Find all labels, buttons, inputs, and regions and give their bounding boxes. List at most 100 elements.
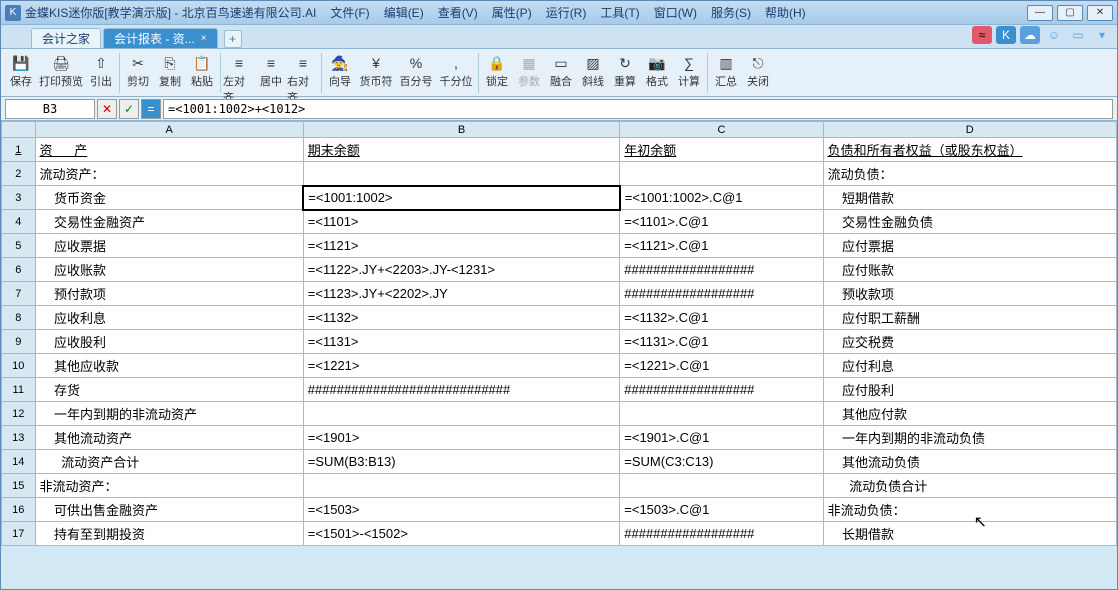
cell-C17[interactable]: ################## [620,522,823,546]
cell-B11[interactable]: ############################ [303,378,619,402]
cell-A7[interactable]: 预付款项 [35,282,303,306]
cell-D3[interactable]: 短期借款 [823,186,1116,210]
row-header[interactable]: 8 [2,306,36,330]
cell-A10[interactable]: 其他应收款 [35,354,303,378]
cell-D1[interactable]: 负债和所有者权益（或股东权益） [823,138,1116,162]
cell-D15[interactable]: 流动负债合计 [823,474,1116,498]
row-header[interactable]: 15 [2,474,36,498]
cell-D8[interactable]: 应付职工薪酬 [823,306,1116,330]
lock-button[interactable]: 🔒锁定 [481,51,513,91]
maximize-button[interactable]: ▢ [1057,5,1083,21]
cell-B8[interactable]: =<1132> [303,306,619,330]
cell-B16[interactable]: =<1503> [303,498,619,522]
thousand-button[interactable]: ,千分位 [436,51,476,91]
format-button[interactable]: 📷格式 [641,51,673,91]
spreadsheet-grid[interactable]: A B C D 1资 产期末余额年初余额负债和所有者权益（或股东权益）2流动资产… [1,121,1117,546]
cell-A13[interactable]: 其他流动资产 [35,426,303,450]
cell-D16[interactable]: 非流动负债： [823,498,1116,522]
cell-D10[interactable]: 应付利息 [823,354,1116,378]
service-icon-3[interactable]: ☁ [1020,26,1040,44]
cell-C7[interactable]: ################## [620,282,823,306]
cell-B4[interactable]: =<1101> [303,210,619,234]
export-button[interactable]: ⇧引出 [85,51,117,91]
cell-A1[interactable]: 资 产 [35,138,303,162]
cell-D13[interactable]: 一年内到期的非流动负债 [823,426,1116,450]
cell-C15[interactable] [620,474,823,498]
service-icon-2[interactable]: K [996,26,1016,44]
menu-view[interactable]: 查看(V) [432,2,484,23]
cell-B14[interactable]: =SUM(B3:B13) [303,450,619,474]
row-header[interactable]: 9 [2,330,36,354]
print-preview-button[interactable]: 🖨打印预览 [37,51,85,91]
cell-B6[interactable]: =<1122>.JY+<2203>.JY-<1231> [303,258,619,282]
cell-C4[interactable]: =<1101>.C@1 [620,210,823,234]
service-icon-1[interactable]: ≈ [972,26,992,44]
cell-C12[interactable] [620,402,823,426]
cell-D6[interactable]: 应付账款 [823,258,1116,282]
cell-D4[interactable]: 交易性金融负债 [823,210,1116,234]
row-header[interactable]: 6 [2,258,36,282]
menu-props[interactable]: 属性(P) [486,2,538,23]
cell-A15[interactable]: 非流动资产： [35,474,303,498]
row-header[interactable]: 2 [2,162,36,186]
cell-B9[interactable]: =<1131> [303,330,619,354]
close-button[interactable]: ⎋关闭 [742,51,774,91]
menu-window[interactable]: 窗口(W) [648,2,703,23]
cell-C10[interactable]: =<1221>.C@1 [620,354,823,378]
dropdown-icon[interactable]: ▾ [1092,26,1112,44]
cell-C3[interactable]: =<1001:1002>.C@1 [620,186,823,210]
slash-button[interactable]: ▨斜线 [577,51,609,91]
paste-button[interactable]: 📋粘贴 [186,51,218,91]
cell-C16[interactable]: =<1503>.C@1 [620,498,823,522]
currency-button[interactable]: ¥货币符 [356,51,396,91]
close-window-button[interactable]: ✕ [1087,5,1113,21]
cut-button[interactable]: ✂剪切 [122,51,154,91]
align-center-button[interactable]: ≡居中 [255,51,287,91]
cell-A14[interactable]: 流动资产合计 [35,450,303,474]
menu-run[interactable]: 运行(R) [540,2,593,23]
cell-B1[interactable]: 期末余额 [303,138,619,162]
row-header[interactable]: 4 [2,210,36,234]
calc-button[interactable]: ∑计算 [673,51,705,91]
cell-A8[interactable]: 应收利息 [35,306,303,330]
tab-close-icon[interactable]: × [201,33,207,44]
cell-D14[interactable]: 其他流动负债 [823,450,1116,474]
cell-A2[interactable]: 流动资产： [35,162,303,186]
cell-D12[interactable]: 其他应付款 [823,402,1116,426]
save-button[interactable]: 💾保存 [5,51,37,91]
row-header[interactable]: 5 [2,234,36,258]
row-header[interactable]: 11 [2,378,36,402]
row-header[interactable]: 1 [2,138,36,162]
row-header[interactable]: 17 [2,522,36,546]
cell-A3[interactable]: 货币资金 [35,186,303,210]
cell-C5[interactable]: =<1121>.C@1 [620,234,823,258]
cell-A16[interactable]: 可供出售金融资产 [35,498,303,522]
cell-C6[interactable]: ################## [620,258,823,282]
formula-input[interactable] [163,99,1113,119]
cell-B17[interactable]: =<1501>-<1502> [303,522,619,546]
row-header[interactable]: 12 [2,402,36,426]
row-header[interactable]: 3 [2,186,36,210]
cell-B12[interactable] [303,402,619,426]
cell-D5[interactable]: 应付票据 [823,234,1116,258]
corner-cell[interactable] [2,122,36,138]
tab-report[interactable]: 会计报表 - 资...× [103,28,218,48]
cell-D17[interactable]: 长期借款 [823,522,1116,546]
cell-B13[interactable]: =<1901> [303,426,619,450]
smile-icon[interactable]: ☺ [1044,26,1064,44]
cell-D7[interactable]: 预收款项 [823,282,1116,306]
minimize-button[interactable]: — [1027,5,1053,21]
cell-A6[interactable]: 应收账款 [35,258,303,282]
summary-button[interactable]: ▥汇总 [710,51,742,91]
tab-home[interactable]: 会计之家 [31,28,101,48]
cell-D11[interactable]: 应付股利 [823,378,1116,402]
cell-C14[interactable]: =SUM(C3:C13) [620,450,823,474]
cell-C1[interactable]: 年初余额 [620,138,823,162]
row-header[interactable]: 14 [2,450,36,474]
row-header[interactable]: 7 [2,282,36,306]
wizard-button[interactable]: 🧙向导 [324,51,356,91]
col-header-B[interactable]: B [303,122,619,138]
row-header[interactable]: 13 [2,426,36,450]
cell-B3[interactable]: =<1001:1002> [303,186,619,210]
copy-button[interactable]: ⎘复制 [154,51,186,91]
